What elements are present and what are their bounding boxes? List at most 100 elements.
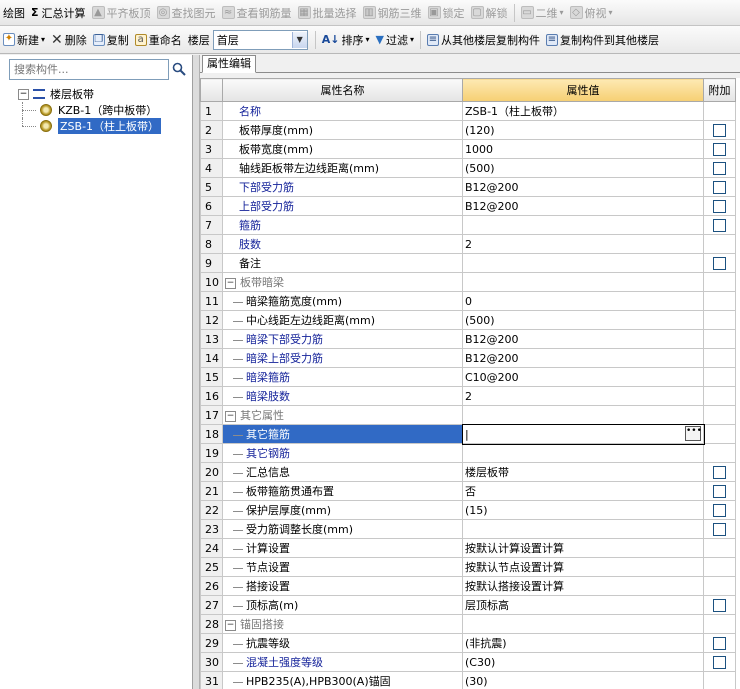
property-name-cell[interactable]: 暗梁肢数 (222, 386, 463, 406)
property-value-cell[interactable] (462, 519, 704, 539)
property-value-cell[interactable]: 楼层板带 (462, 462, 704, 482)
table-row[interactable]: 19 其它钢筋 (200, 443, 736, 463)
property-name-cell[interactable]: 暗梁箍筋宽度(mm) (222, 291, 463, 311)
property-name-cell[interactable]: 轴线距板带左边线距离(mm) (222, 158, 463, 178)
draw-button[interactable]: 绘图 (0, 3, 28, 23)
lock-button[interactable]: ▣ 锁定 (425, 3, 468, 23)
table-row[interactable]: 23 受力筋调整长度(mm) (200, 519, 736, 539)
property-name-cell[interactable]: 节点设置 (222, 557, 463, 577)
table-row[interactable]: 1 名称 ZSB-1（柱上板带） (200, 101, 736, 121)
property-value-cell[interactable]: (120) (462, 120, 704, 140)
property-name-cell[interactable]: − 板带暗梁 (222, 272, 463, 292)
group-row[interactable]: 17− 其它属性 (200, 405, 736, 425)
collapse-icon[interactable]: − (225, 619, 236, 631)
table-row[interactable]: 4 轴线距板带左边线距离(mm) (500) (200, 158, 736, 178)
property-value-cell[interactable]: B12@200 (462, 348, 704, 368)
property-value-cell[interactable]: (500) (462, 310, 704, 330)
property-value-cell[interactable]: B12@200 (462, 196, 704, 216)
header-value[interactable]: 属性值 (462, 78, 704, 102)
property-value-cell[interactable]: 按默认计算设置计算 (462, 538, 704, 558)
property-name-cell[interactable]: 箍筋 (222, 215, 463, 235)
summary-calc-button[interactable]: Σ 汇总计算 (28, 3, 89, 23)
property-value-cell[interactable]: (15) (462, 500, 704, 520)
tab-property-edit[interactable]: 属性编辑 (202, 55, 256, 73)
table-row[interactable]: 22 保护层厚度(mm) (15) (200, 500, 736, 520)
property-name-cell[interactable]: 板带箍筋贯通布置 (222, 481, 463, 501)
table-row[interactable]: 31 HPB235(A),HPB300(A)锚固 (30) (200, 671, 736, 689)
property-value-cell[interactable] (462, 253, 704, 273)
property-name-cell[interactable]: − 其它属性 (222, 405, 463, 425)
tree-node-zsb1[interactable]: ZSB-1（柱上板带） (18, 118, 162, 134)
table-row[interactable]: 29 抗震等级 (非抗震) (200, 633, 736, 653)
property-name-cell[interactable]: 混凝土强度等级 (222, 652, 463, 672)
property-value-cell[interactable]: ZSB-1（柱上板带） (462, 101, 704, 121)
group-row[interactable]: 28− 锚固搭接 (200, 614, 736, 634)
copy-button[interactable]: ❐ 复制 (90, 30, 132, 50)
property-name-cell[interactable]: 上部受力筋 (222, 196, 463, 216)
table-row[interactable]: 16 暗梁肢数 2 (200, 386, 736, 406)
property-value-cell[interactable]: (30) (462, 671, 704, 689)
property-value-cell[interactable]: 2 (462, 234, 704, 254)
new-button[interactable]: ✦ 新建 ▾ (0, 30, 48, 50)
table-row[interactable]: 3 板带宽度(mm) 1000 (200, 139, 736, 159)
collapse-icon[interactable]: − (225, 277, 236, 289)
table-row[interactable]: 26 搭接设置 按默认搭接设置计算 (200, 576, 736, 596)
collapse-icon[interactable]: − (225, 410, 236, 422)
table-row[interactable]: 20 汇总信息 楼层板带 (200, 462, 736, 482)
property-name-cell[interactable]: − 锚固搭接 (222, 614, 463, 634)
property-name-cell[interactable]: 暗梁箍筋 (222, 367, 463, 387)
property-name-cell[interactable]: 中心线距左边线距离(mm) (222, 310, 463, 330)
property-name-cell[interactable]: 搭接设置 (222, 576, 463, 596)
property-value-cell[interactable]: 按默认搭接设置计算 (462, 576, 704, 596)
property-value-cell[interactable]: C10@200 (462, 367, 704, 387)
extra-checkbox[interactable] (713, 655, 726, 669)
floor-select[interactable]: 首层 ▼ (212, 29, 308, 50)
property-name-cell[interactable]: 名称 (222, 101, 463, 121)
property-value-cell[interactable] (462, 215, 704, 235)
property-value-cell[interactable]: 1000 (462, 139, 704, 159)
property-value-cell[interactable]: B12@200 (462, 329, 704, 349)
property-name-cell[interactable]: 计算设置 (222, 538, 463, 558)
property-value-cell[interactable] (462, 272, 704, 292)
extra-checkbox[interactable] (713, 484, 726, 498)
property-name-cell[interactable]: 板带厚度(mm) (222, 120, 463, 140)
copy-from-floor-button[interactable]: ≡ 从其他楼层复制构件 (424, 30, 543, 50)
property-value-cell[interactable]: | ••• (461, 423, 705, 445)
property-value-cell[interactable]: 否 (462, 481, 704, 501)
table-row[interactable]: 13 暗梁下部受力筋 B12@200 (200, 329, 736, 349)
table-row[interactable]: 27 顶标高(m) 层顶标高 (200, 595, 736, 615)
property-name-cell[interactable]: 汇总信息 (222, 462, 463, 482)
table-row[interactable]: 12 中心线距左边线距离(mm) (500) (200, 310, 736, 330)
tree-node-kzb1[interactable]: KZB-1（跨中板带） (18, 102, 161, 118)
property-name-cell[interactable]: 其它钢筋 (222, 443, 463, 463)
search-button[interactable] (169, 59, 188, 79)
more-options-button[interactable]: ••• (685, 426, 702, 441)
property-name-cell[interactable]: 顶标高(m) (222, 595, 463, 615)
header-name[interactable]: 属性名称 (222, 78, 463, 102)
property-name-cell[interactable]: 下部受力筋 (222, 177, 463, 197)
copy-to-floor-button[interactable]: ≡ 复制构件到其他楼层 (543, 30, 662, 50)
property-value-cell[interactable]: 2 (462, 386, 704, 406)
extra-checkbox[interactable] (713, 522, 726, 536)
property-name-cell[interactable]: 板带宽度(mm) (222, 139, 463, 159)
find-element-button[interactable]: ◎ 查找图元 (154, 3, 219, 23)
property-name-cell[interactable]: 保护层厚度(mm) (222, 500, 463, 520)
property-name-cell[interactable]: 暗梁上部受力筋 (222, 348, 463, 368)
property-name-cell[interactable]: 受力筋调整长度(mm) (222, 519, 463, 539)
header-extra[interactable]: 附加 (703, 78, 736, 102)
extra-checkbox[interactable] (713, 465, 726, 479)
table-row[interactable]: 14 暗梁上部受力筋 B12@200 (200, 348, 736, 368)
table-row[interactable]: 30 混凝土强度等级 (C30) (200, 652, 736, 672)
property-value-cell[interactable] (462, 443, 704, 463)
property-name-cell[interactable]: 备注 (222, 253, 463, 273)
collapse-icon[interactable]: − (18, 88, 29, 100)
table-row[interactable]: 5 下部受力筋 B12@200 (200, 177, 736, 197)
extra-checkbox[interactable] (713, 636, 726, 650)
top-view-dropdown[interactable]: ◇ 俯视 ▾ (567, 3, 616, 23)
property-name-cell[interactable]: 其它箍筋 (222, 424, 463, 444)
flush-slab-top-button[interactable]: ▲ 平齐板顶 (89, 3, 154, 23)
property-value-cell[interactable]: 按默认节点设置计算 (462, 557, 704, 577)
property-name-cell[interactable]: 肢数 (222, 234, 463, 254)
unlock-button[interactable]: ▢ 解锁 (468, 3, 511, 23)
extra-checkbox[interactable] (713, 256, 726, 270)
